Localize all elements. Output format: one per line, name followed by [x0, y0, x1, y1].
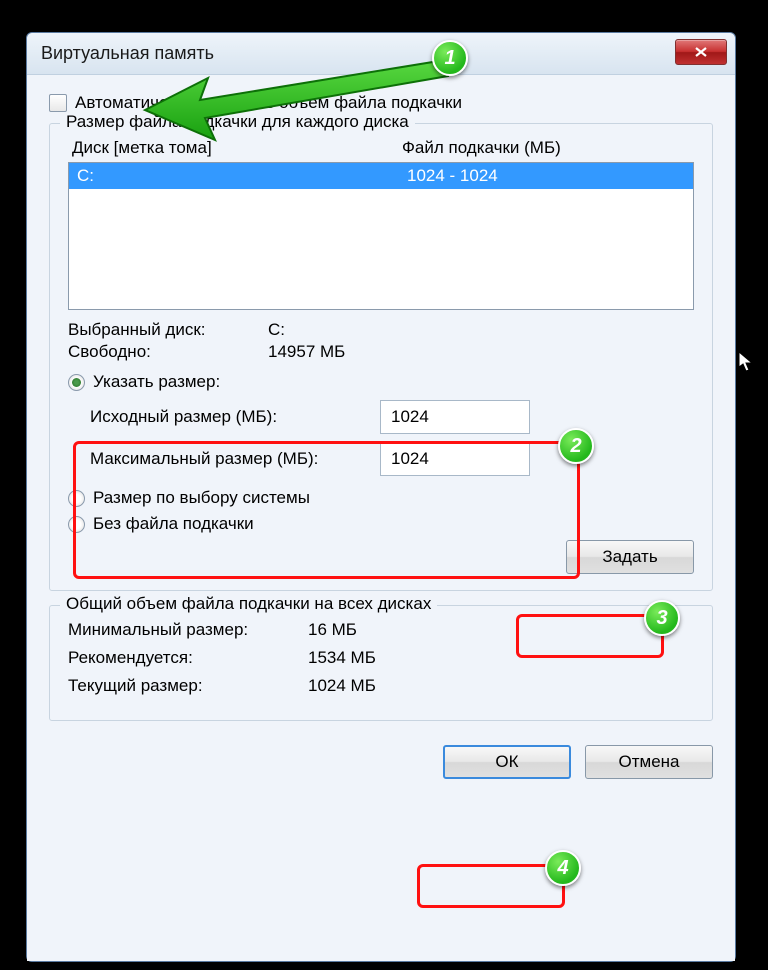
- free-space-label: Свободно:: [68, 342, 268, 362]
- totals-legend: Общий объем файла подкачки на всех диска…: [60, 594, 437, 614]
- cell-disk: C:: [77, 166, 407, 186]
- selected-drive-value: C:: [268, 320, 285, 340]
- min-size-row: Минимальный размер: 16 МБ: [68, 620, 694, 640]
- cell-pagefile: 1024 - 1024: [407, 166, 685, 186]
- system-size-label: Размер по выбору системы: [93, 488, 310, 508]
- per-drive-group: Размер файла подкачки для каждого диска …: [49, 123, 713, 591]
- max-size-row: Максимальный размер (МБ):: [90, 442, 694, 476]
- cur-size-label: Текущий размер:: [68, 676, 308, 696]
- custom-size-radio[interactable]: [68, 374, 85, 391]
- min-size-label: Минимальный размер:: [68, 620, 308, 640]
- custom-size-radio-row[interactable]: Указать размер:: [68, 372, 694, 392]
- totals-group: Общий объем файла подкачки на всех диска…: [49, 605, 713, 721]
- cur-size-value: 1024 МБ: [308, 676, 376, 696]
- rec-size-row: Рекомендуется: 1534 МБ: [68, 648, 694, 668]
- max-size-input[interactable]: [380, 442, 530, 476]
- header-pagefile: Файл подкачки (МБ): [402, 138, 690, 158]
- close-icon: [694, 46, 708, 58]
- cur-size-row: Текущий размер: 1024 МБ: [68, 676, 694, 696]
- cancel-button[interactable]: Отмена: [585, 745, 713, 779]
- dialog-buttons: ОК Отмена: [49, 745, 713, 779]
- list-item[interactable]: C: 1024 - 1024: [69, 163, 693, 189]
- dialog-title: Виртуальная память: [41, 43, 214, 64]
- max-size-label: Максимальный размер (МБ):: [90, 449, 380, 469]
- custom-size-label: Указать размер:: [93, 372, 220, 392]
- no-pagefile-label: Без файла подкачки: [93, 514, 254, 534]
- virtual-memory-dialog: Виртуальная память Автоматически выбират…: [26, 32, 736, 962]
- selected-drive-row: Выбранный диск: C:: [68, 320, 694, 340]
- titlebar[interactable]: Виртуальная память: [27, 33, 735, 75]
- initial-size-row: Исходный размер (МБ):: [90, 400, 694, 434]
- no-pagefile-radio-row[interactable]: Без файла подкачки: [68, 514, 694, 534]
- set-button[interactable]: Задать: [566, 540, 694, 574]
- per-drive-legend: Размер файла подкачки для каждого диска: [60, 112, 415, 132]
- system-size-radio-row[interactable]: Размер по выбору системы: [68, 488, 694, 508]
- list-headers: Диск [метка тома] Файл подкачки (МБ): [68, 138, 694, 158]
- initial-size-input[interactable]: [380, 400, 530, 434]
- auto-manage-label: Автоматически выбирать объем файла подка…: [75, 93, 462, 113]
- selected-drive-label: Выбранный диск:: [68, 320, 268, 340]
- auto-manage-row[interactable]: Автоматически выбирать объем файла подка…: [49, 93, 713, 113]
- header-disk: Диск [метка тома]: [72, 138, 402, 158]
- initial-size-label: Исходный размер (МБ):: [90, 407, 380, 427]
- ok-button[interactable]: ОК: [443, 745, 571, 779]
- drive-listbox[interactable]: C: 1024 - 1024: [68, 162, 694, 310]
- rec-size-value: 1534 МБ: [308, 648, 376, 668]
- close-button[interactable]: [675, 39, 727, 65]
- auto-manage-checkbox[interactable]: [49, 94, 67, 112]
- free-space-value: 14957 МБ: [268, 342, 345, 362]
- dialog-content: Автоматически выбирать объем файла подка…: [27, 75, 735, 961]
- free-space-row: Свободно: 14957 МБ: [68, 342, 694, 362]
- no-pagefile-radio[interactable]: [68, 516, 85, 533]
- cursor-icon: [738, 351, 756, 373]
- rec-size-label: Рекомендуется:: [68, 648, 308, 668]
- system-size-radio[interactable]: [68, 490, 85, 507]
- min-size-value: 16 МБ: [308, 620, 357, 640]
